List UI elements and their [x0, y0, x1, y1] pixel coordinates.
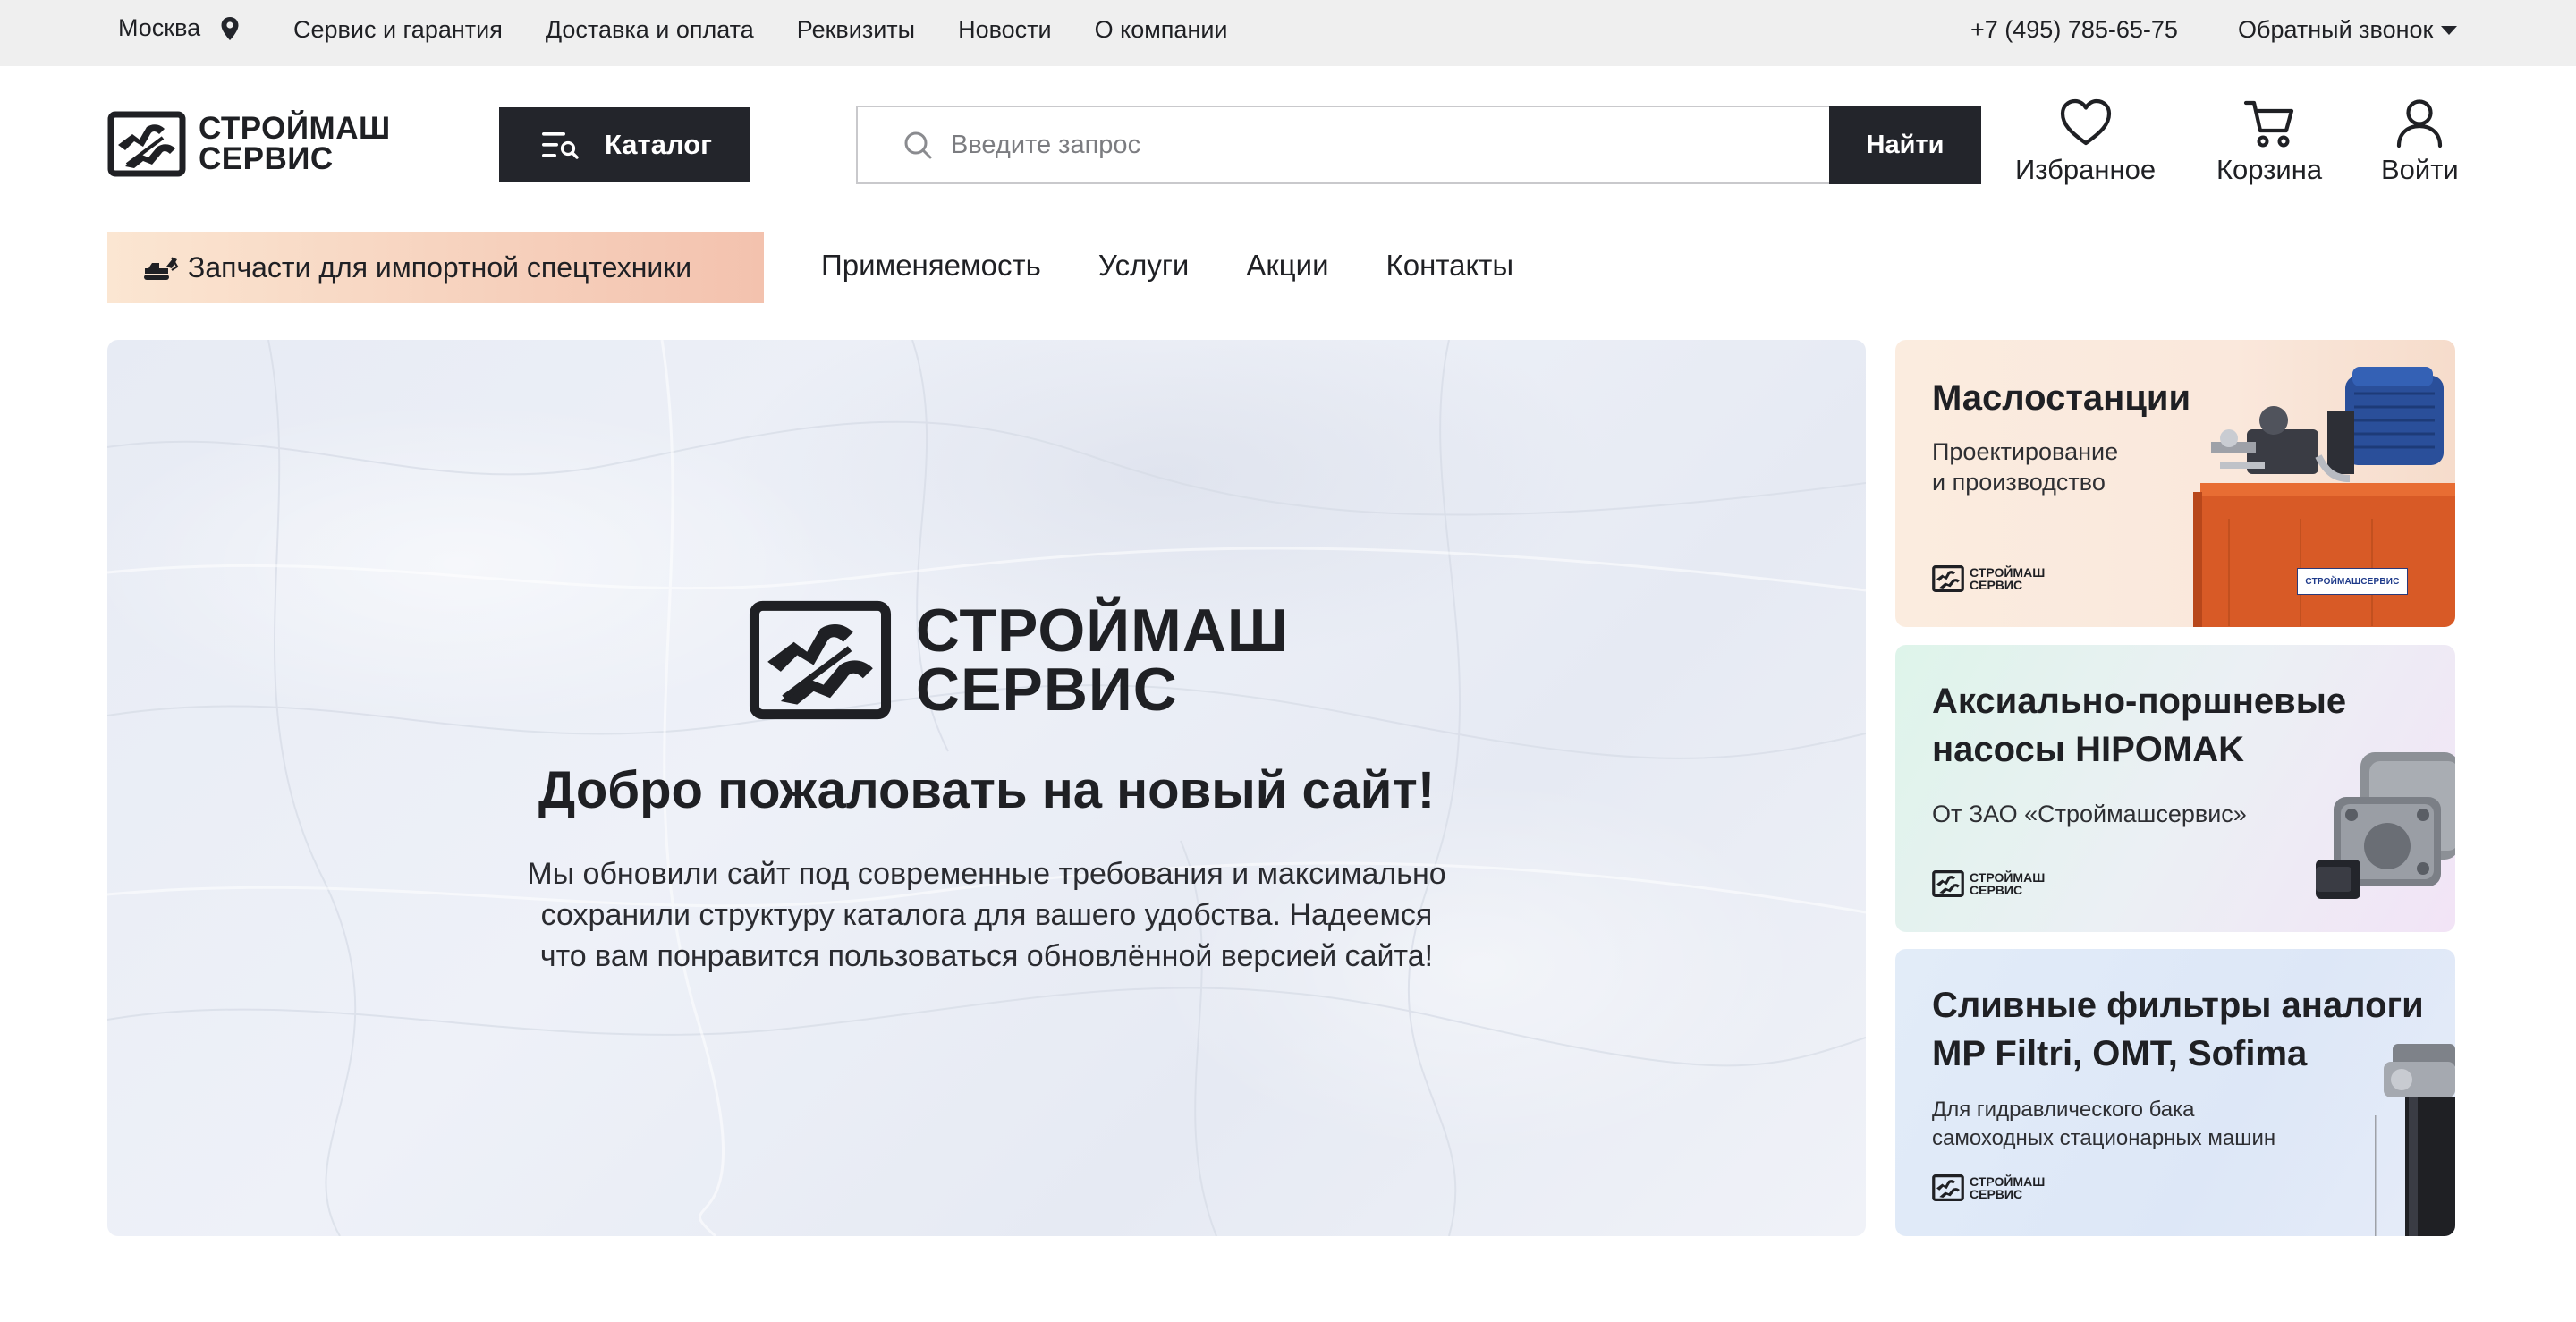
card-logo-mark-icon [1932, 870, 1964, 897]
excavator-icon [144, 257, 179, 280]
card-subtitle: От ЗАО «Строймашсервис» [1932, 801, 2247, 827]
top-links: Сервис и гарантия Доставка и оплата Рекв… [293, 16, 1228, 44]
search-icon [902, 107, 938, 182]
top-link-delivery[interactable]: Доставка и оплата [546, 16, 754, 44]
hero-logo-line-2: СЕРВИС [916, 656, 1178, 724]
search-button[interactable]: Найти [1829, 106, 1981, 184]
nav-promotions[interactable]: Акции [1246, 249, 1328, 283]
city-label: Москва [118, 14, 201, 41]
site-logo[interactable]: СТРОЙМАШ СЕРВИС [107, 111, 391, 177]
hero-text: Мы обновили сайт под современные требова… [527, 857, 1446, 973]
card-logo: СТРОЙМАШ СЕРВИС [1932, 565, 2045, 592]
card-logo-line-2: СЕРВИС [1970, 1187, 2023, 1201]
top-bar: Москва Сервис и гарантия Доставка и опла… [0, 0, 2576, 66]
card-logo-mark-icon [1932, 565, 1964, 592]
favorites-button[interactable]: Избранное [2015, 97, 2156, 186]
nav-services[interactable]: Услуги [1098, 249, 1189, 283]
promo-card-hipomak-pumps[interactable]: Аксиально-поршневые насосы HIPOMAK От ЗА… [1895, 645, 2455, 932]
card-subtitle: Проектирование и производство [1932, 438, 2119, 496]
card-logo-line-2: СЕРВИС [1970, 578, 2023, 592]
catalog-button[interactable]: Каталог [499, 107, 750, 182]
import-parts-label: Запчасти для импортной спецтехники [188, 250, 692, 284]
card-logo: СТРОЙМАШ СЕРВИС [1932, 1174, 2045, 1201]
cart-icon [2243, 100, 2294, 148]
nav-applicability[interactable]: Применяемость [821, 249, 1041, 283]
card-logo-text: СТРОЙМАШ СЕРВИС [1970, 871, 2045, 896]
logo-line-1: СТРОЙМАШ [199, 111, 391, 146]
location-pin-icon [221, 16, 239, 40]
search-bar: Найти [856, 106, 1981, 184]
promo-card-return-filters[interactable]: Сливные фильтры аналоги MP Filtri, OMT, … [1895, 949, 2455, 1236]
login-label: Войти [2381, 154, 2459, 185]
login-button[interactable]: Войти [2381, 97, 2459, 186]
import-parts-tab[interactable]: Запчасти для импортной спецтехники [107, 232, 764, 303]
main-nav: Применяемость Услуги Акции Контакты [821, 249, 1513, 283]
card-title: Аксиально-поршневые насосы HIPOMAK [1932, 682, 2347, 769]
hero-banner: СТРОЙМАШ СЕРВИС Добро пожаловать на новы… [107, 340, 1866, 1236]
hero-logo-mark-icon [749, 600, 892, 720]
hero-logo: СТРОЙМАШ СЕРВИС [748, 599, 1289, 721]
top-link-requisites[interactable]: Реквизиты [797, 16, 915, 44]
logo-text: СТРОЙМАШ СЕРВИС [199, 111, 391, 176]
favorites-label: Избранное [2015, 154, 2157, 185]
phone-link[interactable]: +7 (495) 785-65-75 [1970, 16, 2178, 44]
search-input[interactable] [938, 107, 1829, 182]
logo-line-2: СЕРВИС [199, 141, 334, 176]
hero-title: Добро пожаловать на новый сайт! [538, 761, 1436, 819]
hero-logo-text: СТРОЙМАШ СЕРВИС [916, 597, 1290, 724]
logo-mark-icon [107, 111, 186, 177]
card-logo: СТРОЙМАШ СЕРВИС [1932, 870, 2045, 897]
cart-label: Корзина [2216, 154, 2323, 185]
catalog-label: Каталог [605, 129, 713, 160]
promo-card-oil-stations[interactable]: СТРОЙМАШСЕРВИС Маслостанции Проектирован… [1895, 340, 2455, 627]
user-icon [2397, 99, 2443, 148]
cart-button[interactable]: Корзина [2216, 97, 2322, 186]
card-title: Сливные фильтры аналоги MP Filtri, OMT, … [1932, 986, 2424, 1073]
callback-button[interactable]: Обратный звонок [2238, 16, 2458, 44]
callback-label: Обратный звонок [2238, 16, 2434, 43]
card-logo-line-2: СЕРВИС [1970, 883, 2023, 897]
chevron-down-icon [2441, 25, 2458, 35]
nav-contacts[interactable]: Контакты [1386, 249, 1514, 283]
card-logo-text: СТРОЙМАШ СЕРВИС [1970, 1175, 2045, 1200]
hero-logo-line-1: СТРОЙМАШ [916, 597, 1290, 665]
heart-icon [2060, 98, 2111, 146]
top-link-service[interactable]: Сервис и гарантия [293, 16, 503, 44]
card-logo-text: СТРОЙМАШ СЕРВИС [1970, 566, 2045, 591]
top-link-about[interactable]: О компании [1095, 16, 1228, 44]
oil-station-sticker: СТРОЙМАШСЕРВИС [2297, 568, 2408, 595]
sticker-text: СТРОЙМАШСЕРВИС [2305, 576, 2400, 587]
catalog-menu-icon [542, 132, 579, 159]
card-subtitle: Для гидравлического бака самоходных стац… [1932, 1097, 2276, 1150]
city-selector[interactable]: Москва [118, 14, 240, 42]
card-logo-mark-icon [1932, 1174, 1964, 1201]
card-title: Маслостанции [1932, 378, 2191, 418]
top-link-news[interactable]: Новости [958, 16, 1052, 44]
